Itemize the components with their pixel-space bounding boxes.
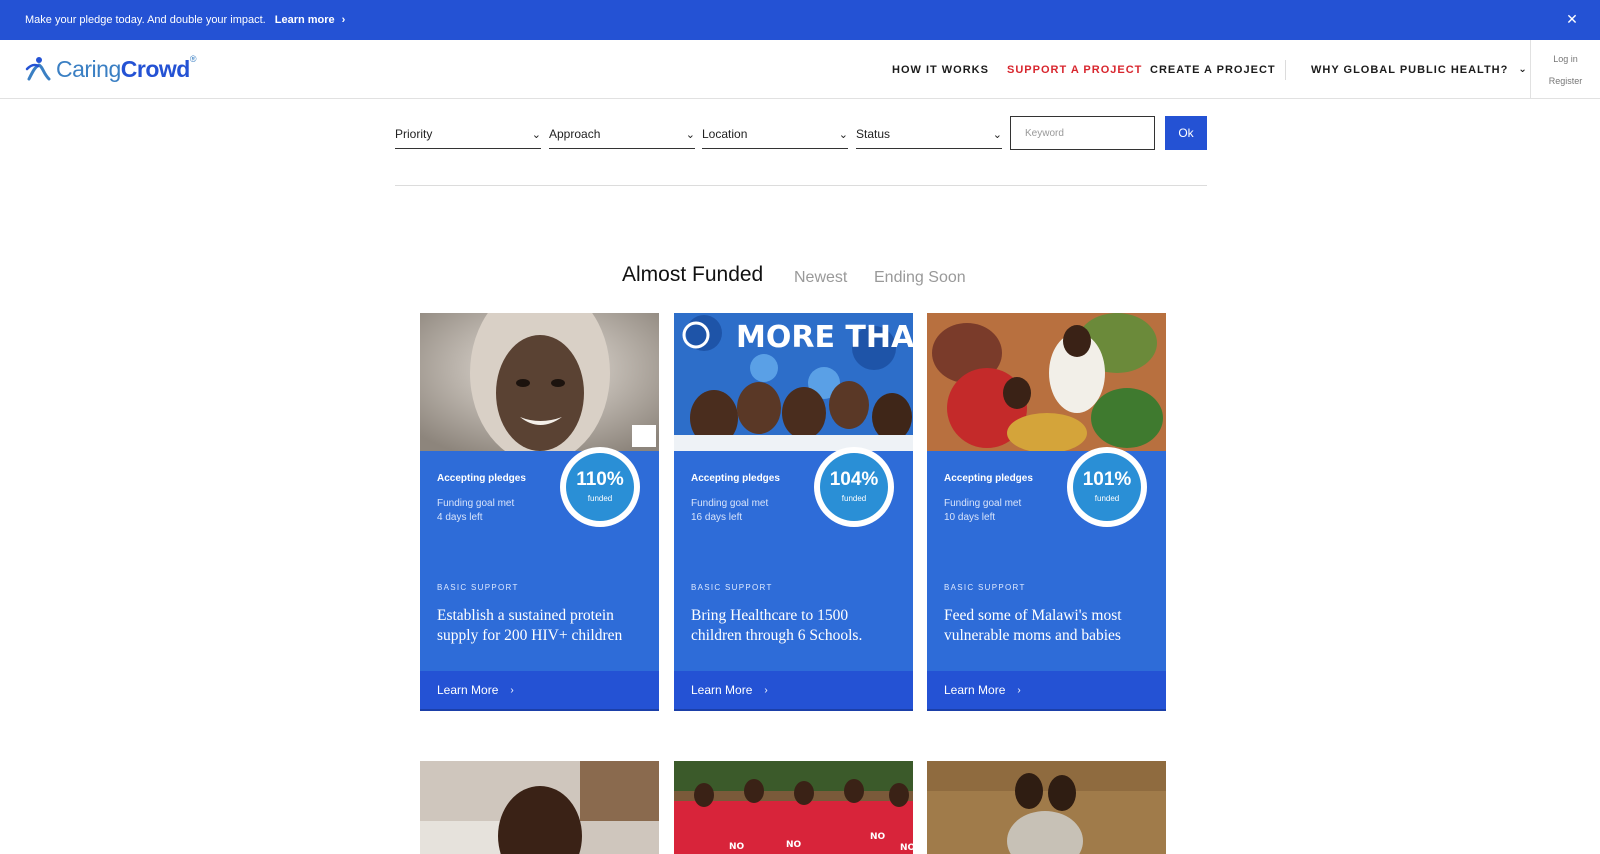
approach-select[interactable]: Approach ⌄ (549, 127, 695, 149)
ok-button[interactable]: Ok (1165, 116, 1207, 150)
promo-banner: Make your pledge today. And double your … (0, 0, 1600, 40)
svg-text:NO: NO (786, 840, 802, 850)
chevron-right-icon: › (764, 684, 768, 696)
nav-create-a-project[interactable]: CREATE A PROJECT (1150, 40, 1276, 99)
learn-more-label: Learn More (944, 683, 1006, 697)
project-card[interactable] (927, 761, 1166, 854)
nav-why-global-public-health[interactable]: WHY GLOBAL PUBLIC HEALTH? ⌄ (1311, 40, 1528, 99)
site-header: CaringCrowd® HOW IT WORKS SUPPORT A PROJ… (0, 40, 1600, 99)
project-card-body: Accepting pledges Funding goal met 10 da… (927, 447, 1166, 671)
tab-newest[interactable]: Newest (794, 269, 847, 287)
project-goal: Funding goal met 4 days left (437, 497, 514, 525)
sort-tabs: Almost Funded Newest Ending Soon (0, 257, 1600, 287)
project-goal-text: Funding goal met (437, 498, 515, 509)
location-select[interactable]: Location ⌄ (702, 127, 848, 149)
status-select-label: Status (856, 127, 891, 141)
learn-more-button[interactable]: Learn More › (674, 671, 913, 711)
funded-label: funded (587, 494, 613, 503)
banner-message: Make your pledge today. And double your … (25, 14, 266, 26)
project-photo (420, 313, 659, 451)
project-photo (927, 313, 1166, 451)
funded-badge: 104% funded (814, 447, 894, 527)
learn-more-label: Learn More (691, 683, 753, 697)
filter-divider (395, 185, 1207, 186)
login-link[interactable]: Log in (1553, 54, 1578, 64)
close-icon[interactable]: ✕ (1564, 11, 1580, 27)
priority-select[interactable]: Priority ⌄ (395, 127, 541, 149)
nav-why-label: WHY GLOBAL PUBLIC HEALTH? (1311, 63, 1509, 76)
project-photo: MORE THAN ME (674, 313, 913, 451)
project-filters: Priority ⌄ Approach ⌄ Location ⌄ Status … (395, 115, 1207, 151)
project-goal: Funding goal met 16 days left (691, 497, 768, 525)
chevron-down-icon: ⌄ (531, 129, 541, 141)
project-goal-text: Funding goal met (691, 498, 769, 509)
approach-select-label: Approach (549, 127, 601, 141)
funded-label: funded (841, 494, 867, 503)
tab-ending-soon[interactable]: Ending Soon (874, 269, 966, 287)
project-days-left: 16 days left (691, 512, 743, 523)
svg-text:NO: NO (729, 842, 745, 852)
project-goal-text: Funding goal met (944, 498, 1022, 509)
project-goal: Funding goal met 10 days left (944, 497, 1021, 525)
chevron-down-icon: ⌄ (838, 129, 848, 141)
register-link[interactable]: Register (1549, 76, 1583, 86)
project-category: BASIC SUPPORT (944, 583, 1026, 592)
svg-text:NO: NO (870, 832, 886, 842)
funded-percent: 110% (576, 469, 624, 490)
project-card[interactable]: NO NO NO NO (674, 761, 913, 854)
project-title[interactable]: Establish a sustained protein supply for… (437, 606, 647, 646)
funded-label: funded (1094, 494, 1120, 503)
project-card-body: Accepting pledges Funding goal met 16 da… (674, 447, 913, 671)
project-days-left: 4 days left (437, 512, 483, 523)
banner-learn-more-label: Learn more (274, 14, 335, 26)
project-photo (927, 761, 1166, 854)
project-status: Accepting pledges (437, 473, 526, 484)
project-title[interactable]: Feed some of Malawi's most vulnerable mo… (944, 606, 1154, 646)
nav-how-it-works[interactable]: HOW IT WORKS (892, 40, 989, 99)
learn-more-button[interactable]: Learn More › (927, 671, 1166, 711)
funded-percent: 101% (1082, 469, 1132, 490)
funded-badge: 101% funded (1067, 447, 1147, 527)
nav-divider (1285, 60, 1286, 80)
tab-almost-funded[interactable]: Almost Funded (622, 263, 763, 287)
project-status: Accepting pledges (691, 473, 780, 484)
nav-support-a-project[interactable]: SUPPORT A PROJECT (1007, 40, 1142, 99)
auth-links: Log in Register (1530, 40, 1600, 99)
photo-sign-text: MORE THAN ME (736, 320, 913, 355)
project-card[interactable] (420, 761, 659, 854)
logo-word-crowd: Crowd (120, 55, 191, 82)
logo-word-caring: Caring (56, 55, 121, 82)
location-select-label: Location (702, 127, 748, 141)
learn-more-label: Learn More (437, 683, 499, 697)
svg-text:NO: NO (900, 843, 913, 853)
chevron-down-icon: ⌄ (685, 129, 695, 141)
project-card[interactable]: Accepting pledges Funding goal met 10 da… (927, 313, 1166, 711)
chevron-down-icon: ⌄ (1518, 64, 1528, 75)
funded-badge: 110% funded (560, 447, 640, 527)
project-category: BASIC SUPPORT (691, 583, 773, 592)
chevron-right-icon: › (1017, 684, 1021, 696)
keyword-input[interactable] (1010, 116, 1155, 150)
chevron-down-icon: ⌄ (992, 129, 1002, 141)
project-category: BASIC SUPPORT (437, 583, 519, 592)
project-card[interactable]: Accepting pledges Funding goal met 4 day… (420, 313, 659, 711)
logo-mark-icon (25, 57, 51, 81)
logo-registered-mark: ® (189, 53, 197, 64)
status-select[interactable]: Status ⌄ (856, 127, 1002, 149)
project-card[interactable]: MORE THAN ME Accepting pledges Funding g… (674, 313, 913, 711)
learn-more-button[interactable]: Learn More › (420, 671, 659, 711)
caringcrowd-logo[interactable]: CaringCrowd® (25, 54, 196, 84)
priority-select-label: Priority (395, 127, 433, 141)
project-status: Accepting pledges (944, 473, 1033, 484)
project-photo: NO NO NO NO (674, 761, 913, 854)
project-days-left: 10 days left (944, 512, 996, 523)
project-photo (420, 761, 659, 854)
funded-percent: 104% (829, 469, 879, 490)
chevron-right-icon: › (341, 14, 346, 26)
banner-learn-more-link[interactable]: Learn more › (275, 14, 346, 26)
project-title[interactable]: Bring Healthcare to 1500 children throug… (691, 606, 901, 646)
project-card-body: Accepting pledges Funding goal met 4 day… (420, 447, 659, 671)
chevron-right-icon: › (510, 684, 514, 696)
